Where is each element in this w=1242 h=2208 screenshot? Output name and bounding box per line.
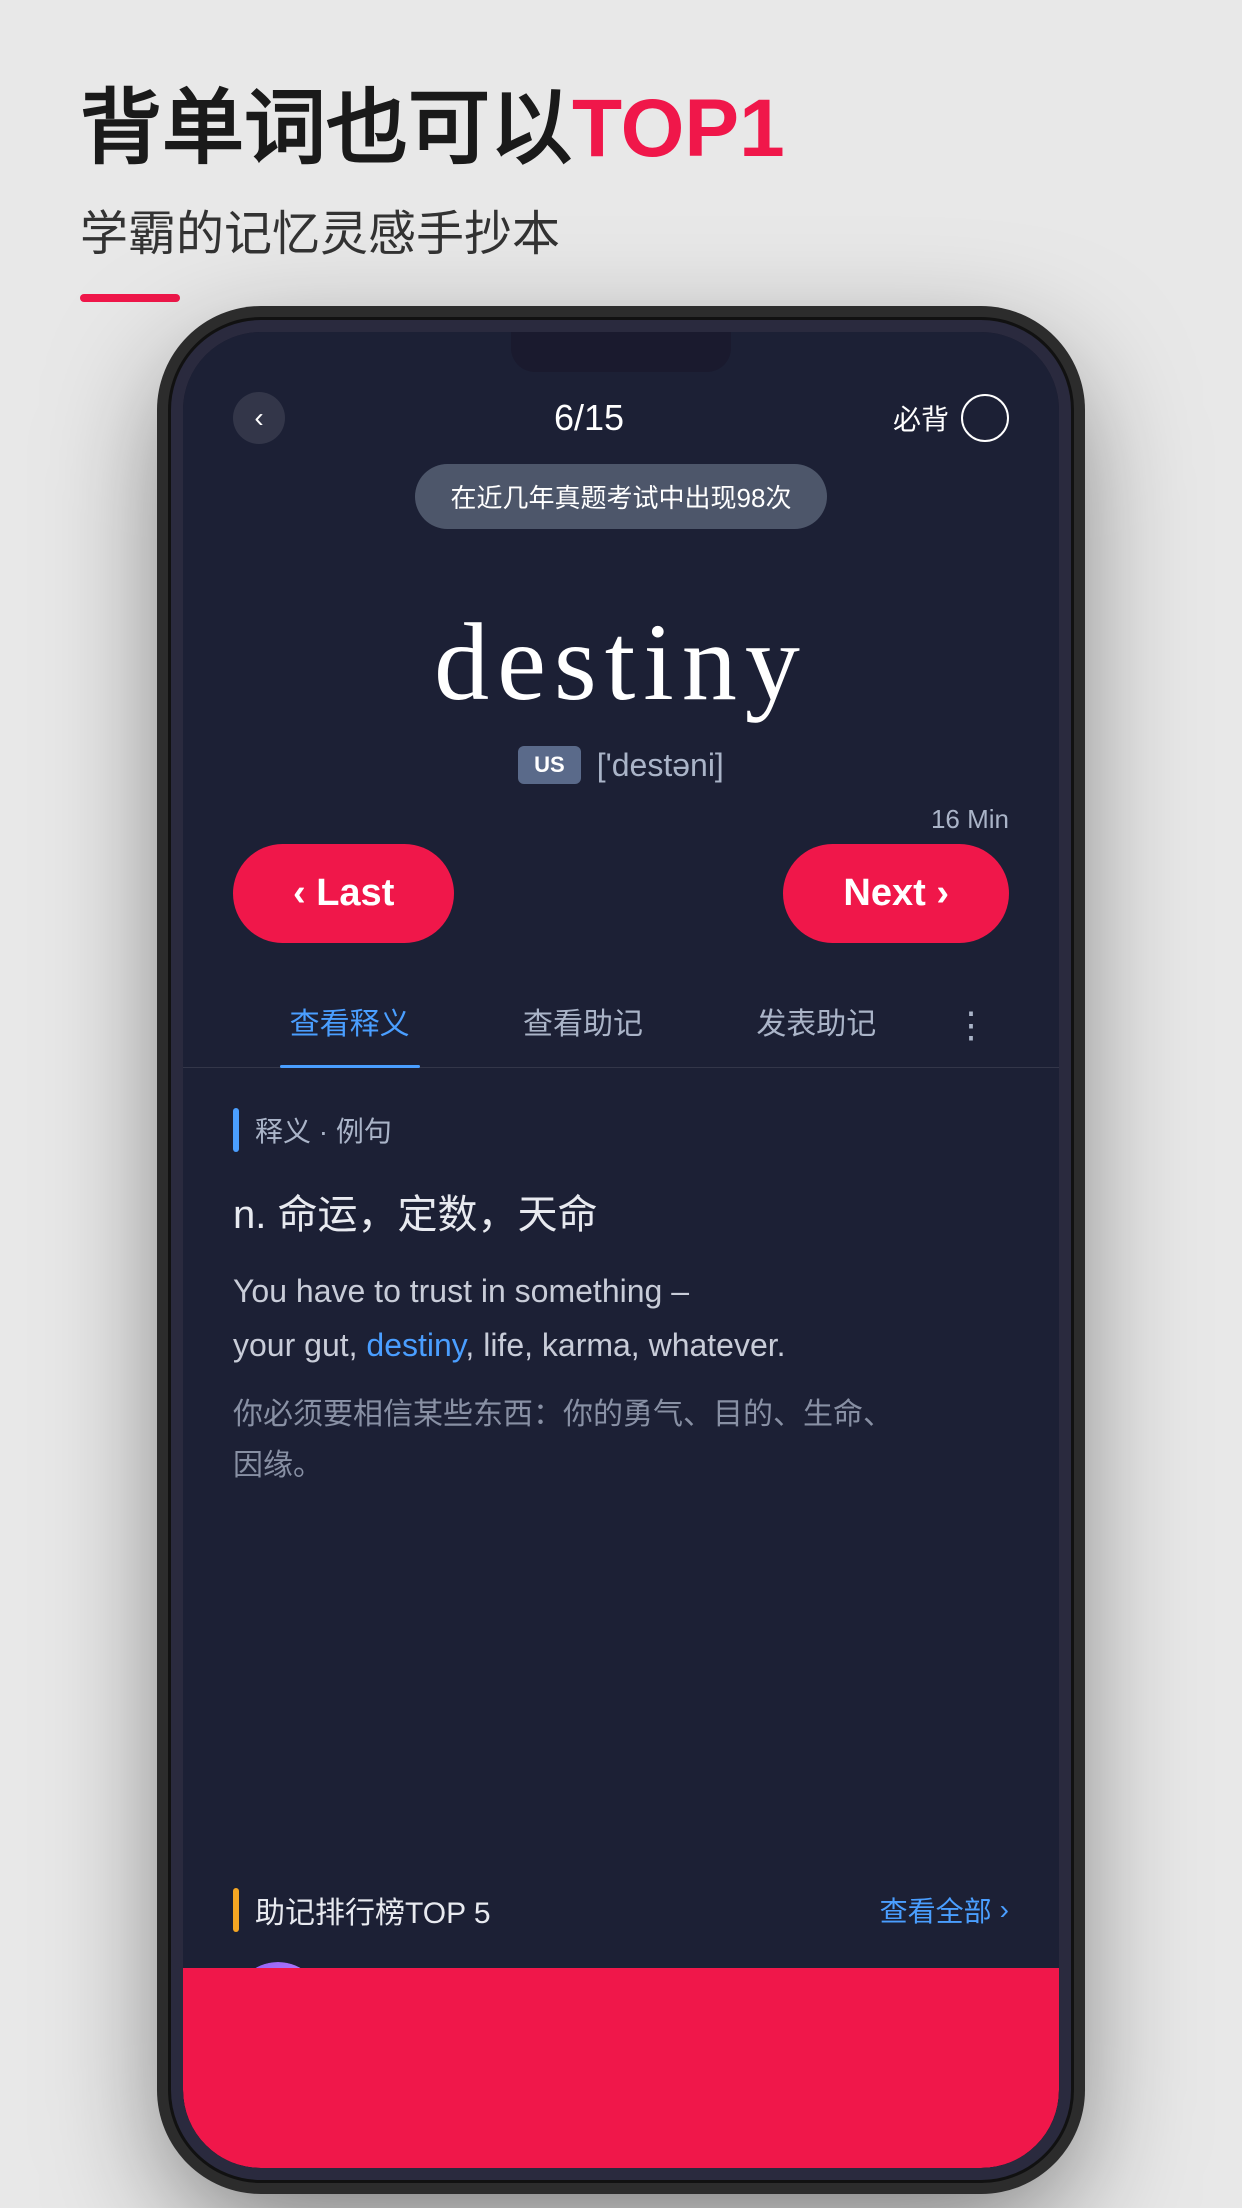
memorize-toggle[interactable]	[961, 394, 1009, 442]
view-all-label: 查看全部	[880, 1890, 992, 1930]
must-memorize-control[interactable]: 必背	[893, 394, 1009, 442]
last-button[interactable]: ‹ Last	[233, 844, 454, 943]
phonetic-area: US ['destəni]	[518, 746, 724, 784]
phone-notch	[511, 332, 731, 372]
mnemonic-header-left: 助记排行榜TOP 5	[233, 1888, 491, 1932]
must-memorize-label: 必背	[893, 398, 949, 438]
definition-header: 释义 · 例句	[233, 1108, 1009, 1152]
headline-highlight: TOP1	[572, 83, 785, 174]
word-display: destiny US ['destəni]	[183, 539, 1059, 804]
headline-title: 背单词也可以TOP1	[80, 80, 785, 178]
last-label: ‹ Last	[293, 872, 394, 915]
exam-tooltip: 在近几年真题考试中出现98次	[415, 464, 828, 529]
progress-indicator: 6/15	[554, 397, 624, 439]
mnemonic-header: 助记排行榜TOP 5 查看全部 ›	[233, 1888, 1009, 1932]
phone-screen: ‹ 6/15 必背 在近几年真题考试中出现98次 destiny	[183, 332, 1059, 2168]
back-icon: ‹	[254, 402, 263, 434]
navigation-buttons: 16 Min ‹ Last Next ›	[183, 804, 1059, 963]
mnemonic-title: 助记排行榜TOP 5	[255, 1888, 491, 1932]
headline-part1: 背单词也可以	[80, 83, 572, 174]
example-chinese: 你必须要相信某些东西：你的勇气、目的、生命、因缘。	[233, 1389, 1009, 1491]
definition-section: 释义 · 例句 n. 命运，定数，天命 You have to trust in…	[183, 1068, 1059, 1888]
tab-mnemonic-post[interactable]: 发表助记	[700, 983, 933, 1067]
tab-mnemonic-view[interactable]: 查看助记	[466, 983, 699, 1067]
tooltip-area: 在近几年真题考试中出现98次	[183, 464, 1059, 539]
back-button[interactable]: ‹	[233, 392, 285, 444]
blue-indicator-bar	[233, 1108, 239, 1152]
next-label: Next ›	[843, 872, 949, 915]
bottom-pink-area	[183, 1968, 1059, 2168]
region-badge: US	[518, 746, 581, 784]
yellow-indicator-bar	[233, 1888, 239, 1932]
tab-bar: 查看释义 查看助记 发表助记 ⋮	[183, 963, 1059, 1068]
phone-device: ‹ 6/15 必背 在近几年真题考试中出现98次 destiny	[171, 320, 1071, 2180]
headline-subtitle: 学霸的记忆灵感手抄本	[80, 194, 785, 264]
headline-area: 背单词也可以TOP1 学霸的记忆灵感手抄本	[80, 80, 785, 302]
red-decoration-bar	[80, 294, 180, 302]
phonetic-text: ['destəni]	[597, 747, 724, 784]
phone-content: ‹ 6/15 必背 在近几年真题考试中出现98次 destiny	[183, 332, 1059, 2168]
time-label: 16 Min	[931, 804, 1009, 835]
highlighted-word: destiny	[366, 1327, 465, 1363]
tab-more-button[interactable]: ⋮	[933, 988, 1009, 1062]
chevron-right-icon: ›	[1000, 1894, 1009, 1926]
definition-pos-meaning: n. 命运，定数，天命	[233, 1182, 1009, 1240]
next-button[interactable]: Next ›	[783, 844, 1009, 943]
view-all-button[interactable]: 查看全部 ›	[880, 1890, 1009, 1930]
tab-definition[interactable]: 查看释义	[233, 983, 466, 1067]
example-english: You have to trust in something –your gut…	[233, 1264, 1009, 1373]
definition-section-title: 释义 · 例句	[255, 1110, 392, 1150]
phone-shell: ‹ 6/15 必背 在近几年真题考试中出现98次 destiny	[171, 320, 1071, 2180]
word-text: destiny	[434, 599, 808, 726]
